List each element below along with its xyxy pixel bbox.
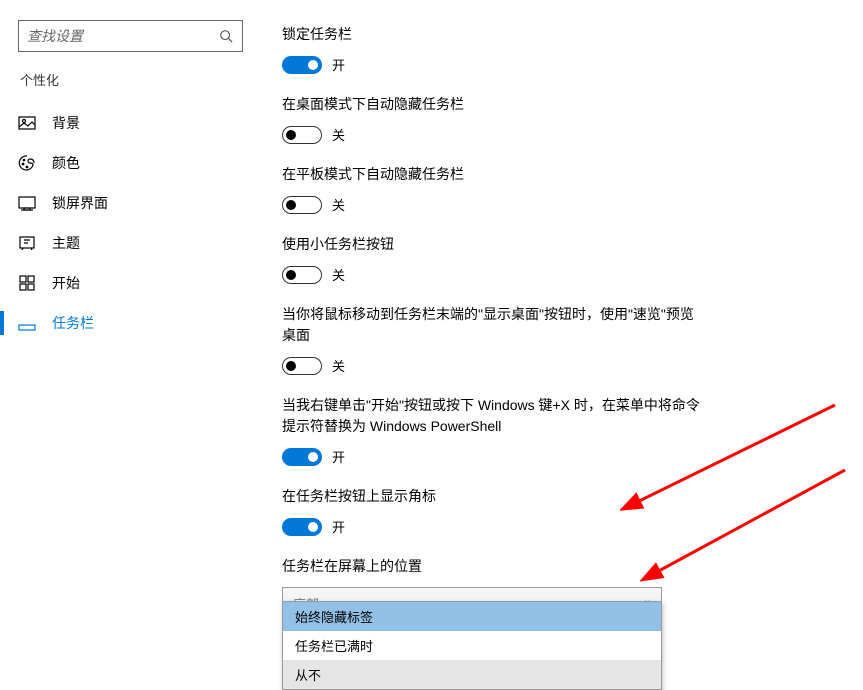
sidebar-item-label: 颜色: [52, 153, 80, 173]
theme-icon: [18, 234, 36, 252]
setting-badges: 在任务栏按钮上显示角标 开: [282, 486, 702, 536]
picture-icon: [18, 114, 36, 132]
dropdown-option-never[interactable]: 从不: [283, 660, 661, 689]
setting-title: 当你将鼠标移动到任务栏末端的"显示桌面"按钮时，使用"速览"预览桌面: [282, 304, 702, 346]
setting-autohide-desktop: 在桌面模式下自动隐藏任务栏 关: [282, 94, 702, 144]
setting-title: 在桌面模式下自动隐藏任务栏: [282, 94, 702, 115]
dropdown-list: 始终隐藏标签 任务栏已满时 从不: [282, 601, 662, 690]
taskbar-icon: [18, 314, 36, 332]
palette-icon: [18, 154, 36, 172]
search-icon: [218, 28, 234, 44]
toggle-badges[interactable]: [282, 518, 322, 536]
sidebar-item-start[interactable]: 开始: [18, 263, 250, 303]
setting-title: 在平板模式下自动隐藏任务栏: [282, 164, 702, 185]
toggle-state-label: 开: [332, 55, 345, 74]
section-header: 个性化: [18, 70, 250, 89]
sidebar-item-label: 任务栏: [52, 313, 94, 333]
setting-powershell: 当我右键单击"开始"按钮或按下 Windows 键+X 时，在菜单中将命令提示符…: [282, 395, 702, 466]
search-box[interactable]: [18, 20, 243, 52]
toggle-small-buttons[interactable]: [282, 266, 322, 284]
setting-title: 任务栏在屏幕上的位置: [282, 556, 702, 577]
setting-taskbar-location: 任务栏在屏幕上的位置 底部 ∨ 始终隐藏标签 任务栏已满时 从不: [282, 556, 702, 619]
toggle-state-label: 关: [332, 125, 345, 144]
sidebar-item-label: 背景: [52, 113, 80, 133]
toggle-peek[interactable]: [282, 357, 322, 375]
setting-autohide-tablet: 在平板模式下自动隐藏任务栏 关: [282, 164, 702, 214]
setting-title: 锁定任务栏: [282, 24, 702, 45]
sidebar: 个性化 背景 颜色: [0, 0, 250, 343]
settings-content: 锁定任务栏 开 在桌面模式下自动隐藏任务栏 关 在平板模式下自动隐藏任务栏 关 …: [282, 24, 702, 639]
sidebar-item-lockscreen[interactable]: 锁屏界面: [18, 183, 250, 223]
search-input[interactable]: [27, 28, 218, 44]
dropdown-option-when-full[interactable]: 任务栏已满时: [283, 631, 661, 660]
toggle-autohide-desktop[interactable]: [282, 126, 322, 144]
setting-small-buttons: 使用小任务栏按钮 关: [282, 234, 702, 284]
toggle-powershell[interactable]: [282, 448, 322, 466]
toggle-state-label: 关: [332, 195, 345, 214]
toggle-state-label: 开: [332, 517, 345, 536]
toggle-lock-taskbar[interactable]: [282, 56, 322, 74]
lockscreen-icon: [18, 194, 36, 212]
sidebar-item-label: 主题: [52, 233, 80, 253]
setting-title: 使用小任务栏按钮: [282, 234, 702, 255]
start-icon: [18, 274, 36, 292]
toggle-state-label: 关: [332, 265, 345, 284]
sidebar-item-label: 锁屏界面: [52, 193, 108, 213]
sidebar-item-background[interactable]: 背景: [18, 103, 250, 143]
toggle-autohide-tablet[interactable]: [282, 196, 322, 214]
sidebar-item-themes[interactable]: 主题: [18, 223, 250, 263]
setting-title: 当我右键单击"开始"按钮或按下 Windows 键+X 时，在菜单中将命令提示符…: [282, 395, 702, 437]
sidebar-item-label: 开始: [52, 273, 80, 293]
toggle-state-label: 关: [332, 356, 345, 375]
toggle-state-label: 开: [332, 447, 345, 466]
setting-peek: 当你将鼠标移动到任务栏末端的"显示桌面"按钮时，使用"速览"预览桌面 关: [282, 304, 702, 375]
sidebar-item-colors[interactable]: 颜色: [18, 143, 250, 183]
dropdown-option-always-hide[interactable]: 始终隐藏标签: [283, 602, 661, 631]
setting-lock-taskbar: 锁定任务栏 开: [282, 24, 702, 74]
setting-title: 在任务栏按钮上显示角标: [282, 486, 702, 507]
sidebar-item-taskbar[interactable]: 任务栏: [18, 303, 250, 343]
